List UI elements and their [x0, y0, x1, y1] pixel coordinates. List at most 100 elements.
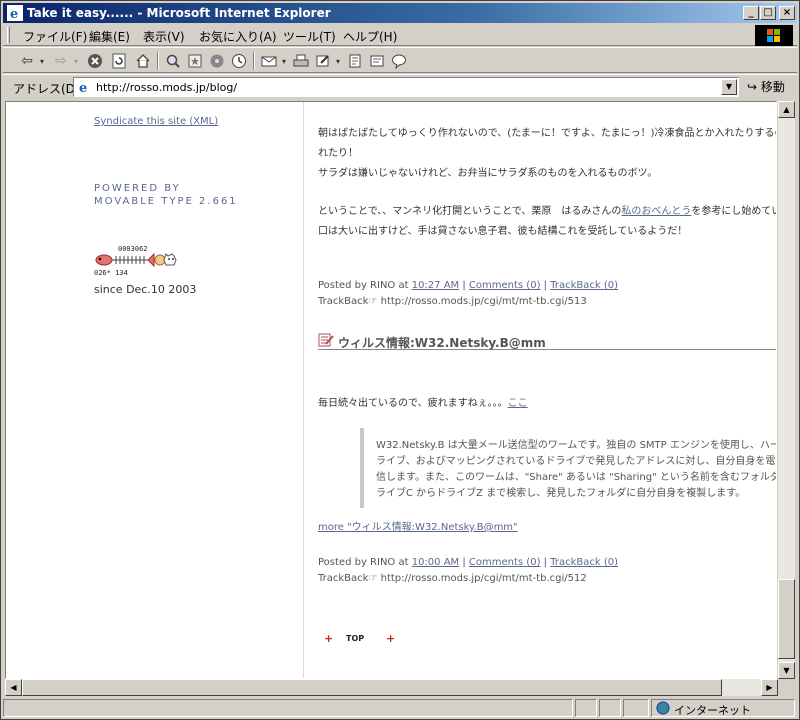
- counter-value: 0003062: [118, 245, 148, 253]
- search-icon[interactable]: [163, 51, 183, 71]
- status-pane: [575, 699, 597, 717]
- pointing-hand-icon: ☞: [368, 296, 378, 307]
- scroll-right-icon[interactable]: ▶: [761, 679, 778, 696]
- horizontal-scroll-thumb[interactable]: [22, 679, 722, 696]
- post1-line4: ということで、、マンネリ化打開ということで、栗原 はるみさんの私のおべんとうを参…: [318, 202, 776, 217]
- back-dropdown-icon[interactable]: ▾: [37, 51, 47, 71]
- post1-line1: 朝はばたばたしてゆっくり作れないので、(たまーに！ですよ、たまにっ！)冷凍食品と…: [318, 128, 777, 139]
- mail-icon[interactable]: [259, 51, 279, 71]
- go-arrow-icon: ↪: [747, 80, 758, 94]
- messenger-icon[interactable]: [389, 51, 409, 71]
- menu-file[interactable]: ファイル(F): [23, 28, 87, 45]
- menu-edit[interactable]: 編集(E): [89, 28, 130, 45]
- memo-icon: [318, 333, 334, 347]
- plus-icon: +: [324, 632, 334, 645]
- standard-toolbar: ⇦ ▾ ⇨ ▾ ▾ ▾: [3, 47, 797, 73]
- favorites-icon[interactable]: [185, 51, 205, 71]
- maximize-button[interactable]: □: [760, 6, 776, 20]
- history-icon[interactable]: [229, 51, 249, 71]
- scroll-up-icon[interactable]: ▲: [778, 101, 795, 118]
- edit-dropdown-icon[interactable]: ▾: [333, 51, 343, 71]
- go-button[interactable]: ↪ 移動: [747, 78, 785, 95]
- scroll-left-icon[interactable]: ◀: [5, 679, 22, 696]
- quote-line: ライブ、およびマッピングされているドライブで発見したアドレスに対し、自分自身を電…: [376, 456, 776, 467]
- windows-throbber: [755, 25, 793, 46]
- post2-time-link[interactable]: 10:00 AM: [412, 557, 459, 568]
- post1-line2: れたり！: [318, 148, 358, 159]
- trackback-label: TrackBack: [318, 573, 369, 584]
- bento-link[interactable]: 私のおべんとう: [621, 206, 691, 217]
- post1-comments-link[interactable]: Comments (0): [469, 280, 541, 291]
- address-input[interactable]: e http://rosso.mods.jp/blog/ ▼: [73, 77, 739, 97]
- forward-icon[interactable]: ⇨: [51, 51, 71, 71]
- quote-line: W32.Netsky.B は大量メール送信型のワームです。独自の SMTP エン…: [376, 440, 777, 451]
- post1-meta: Posted by RINO at 10:27 AM | Comments (0…: [318, 280, 619, 291]
- vertical-scroll-thumb[interactable]: [778, 579, 795, 659]
- address-dropdown-icon[interactable]: ▼: [721, 79, 737, 95]
- page-content: Syndicate this site (XML) POWERED BY MOV…: [5, 101, 777, 679]
- more-link[interactable]: more "ウィルス情報:W32.Netsky.B@mm": [318, 518, 518, 533]
- window-title: Take it easy...... - Microsoft Internet …: [27, 6, 331, 20]
- entry-title-text: ウィルス情報:W32.Netsky.B@mm: [338, 336, 546, 350]
- menu-help[interactable]: ヘルプ(H): [343, 28, 397, 45]
- quote-block: W32.Netsky.B は大量メール送信型のワームです。独自の SMTP エン…: [360, 428, 777, 508]
- stop-icon[interactable]: [85, 51, 105, 71]
- sidebar: Syndicate this site (XML) POWERED BY MOV…: [6, 102, 304, 678]
- post2-trackback-link[interactable]: TrackBack (0): [550, 557, 618, 568]
- post1-trackback-link[interactable]: TrackBack (0): [550, 280, 618, 291]
- posted-by-text: Posted by RINO at: [318, 280, 412, 291]
- vertical-scrollbar[interactable]: ▲ ▼: [778, 101, 795, 679]
- status-text-pane: [3, 699, 573, 717]
- syndicate-link[interactable]: Syndicate this site (XML): [94, 116, 218, 127]
- minimize-button[interactable]: _: [743, 6, 759, 20]
- post1-line4-post: を参考にし始めています。: [691, 206, 776, 217]
- post1-time-link[interactable]: 10:27 AM: [412, 280, 459, 291]
- menu-favorites[interactable]: お気に入り(A): [199, 28, 277, 45]
- status-pane: [623, 699, 649, 717]
- powered-by[interactable]: POWERED BY MOVABLE TYPE 2.661: [94, 182, 238, 208]
- here-link[interactable]: ここ: [508, 398, 528, 409]
- back-icon[interactable]: ⇦: [17, 51, 37, 71]
- menu-grip: [7, 27, 10, 43]
- post1-line5: 口は大いに出すけど、手は貸さない息子君、彼も結構これを受託しているようだ！: [318, 226, 688, 237]
- counter-sub: 026* 134: [94, 269, 128, 277]
- title-bar: e Take it easy...... - Microsoft Interne…: [3, 3, 797, 23]
- menu-tools[interactable]: ツール(T): [283, 28, 336, 45]
- quote-line: ライブC からドライブZ まで検索し、発見したフォルダに自分自身を複製します。: [376, 488, 746, 499]
- quote-line: 信します。また、このワームは、"Share" あるいは "Sharing" とい…: [376, 472, 777, 483]
- horizontal-scrollbar[interactable]: ◀ ▶: [5, 679, 778, 696]
- print-icon[interactable]: [291, 51, 311, 71]
- footer-nav: + TOP +: [318, 632, 418, 646]
- scroll-corner: [778, 679, 795, 696]
- pointing-hand-icon: ☞: [368, 573, 378, 584]
- address-url: http://rosso.mods.jp/blog/: [96, 81, 238, 94]
- post2-comments-link[interactable]: Comments (0): [469, 557, 541, 568]
- page-icon: e: [79, 81, 87, 94]
- forward-dropdown-icon[interactable]: ▾: [71, 51, 81, 71]
- post2-meta: Posted by RINO at 10:00 AM | Comments (0…: [318, 557, 619, 568]
- scroll-down-icon[interactable]: ▼: [778, 662, 795, 679]
- discuss-icon[interactable]: [345, 51, 365, 71]
- top-link[interactable]: TOP: [346, 634, 364, 643]
- trackback-url: http://rosso.mods.jp/cgi/mt/mt-tb.cgi/51…: [380, 296, 587, 307]
- main-column: 朝はばたばたしてゆっくり作れないので、(たまーに！ですよ、たまにっ！)冷凍食品と…: [318, 102, 777, 678]
- trackback-url: http://rosso.mods.jp/cgi/mt/mt-tb.cgi/51…: [380, 573, 587, 584]
- close-button[interactable]: ×: [779, 6, 795, 20]
- post1-line3: サラダは嫌いじゃないけれど、お弁当にサラダ系のものを入れるものボツ。: [318, 168, 658, 179]
- status-pane: [599, 699, 621, 717]
- access-counter: 0003062 026* 134: [94, 242, 194, 282]
- post2-intro-text: 毎日続々出ているので、疲れますねぇ。。。: [318, 398, 508, 409]
- refresh-icon[interactable]: [109, 51, 129, 71]
- post1-trackback-row: TrackBack☞ http://rosso.mods.jp/cgi/mt/m…: [318, 296, 587, 307]
- home-icon[interactable]: [133, 51, 153, 71]
- edit-icon[interactable]: [313, 51, 333, 71]
- mail-dropdown-icon[interactable]: ▾: [279, 51, 289, 71]
- menu-view[interactable]: 表示(V): [143, 28, 185, 45]
- research-icon[interactable]: [367, 51, 387, 71]
- svg-text:e: e: [79, 81, 87, 94]
- media-icon[interactable]: [207, 51, 227, 71]
- address-bar: アドレス(D) e http://rosso.mods.jp/blog/ ▼ ↪…: [3, 74, 797, 98]
- powered-by-line1: POWERED BY: [94, 183, 181, 194]
- svg-text:e: e: [10, 7, 18, 21]
- address-label: アドレス(D): [13, 82, 80, 96]
